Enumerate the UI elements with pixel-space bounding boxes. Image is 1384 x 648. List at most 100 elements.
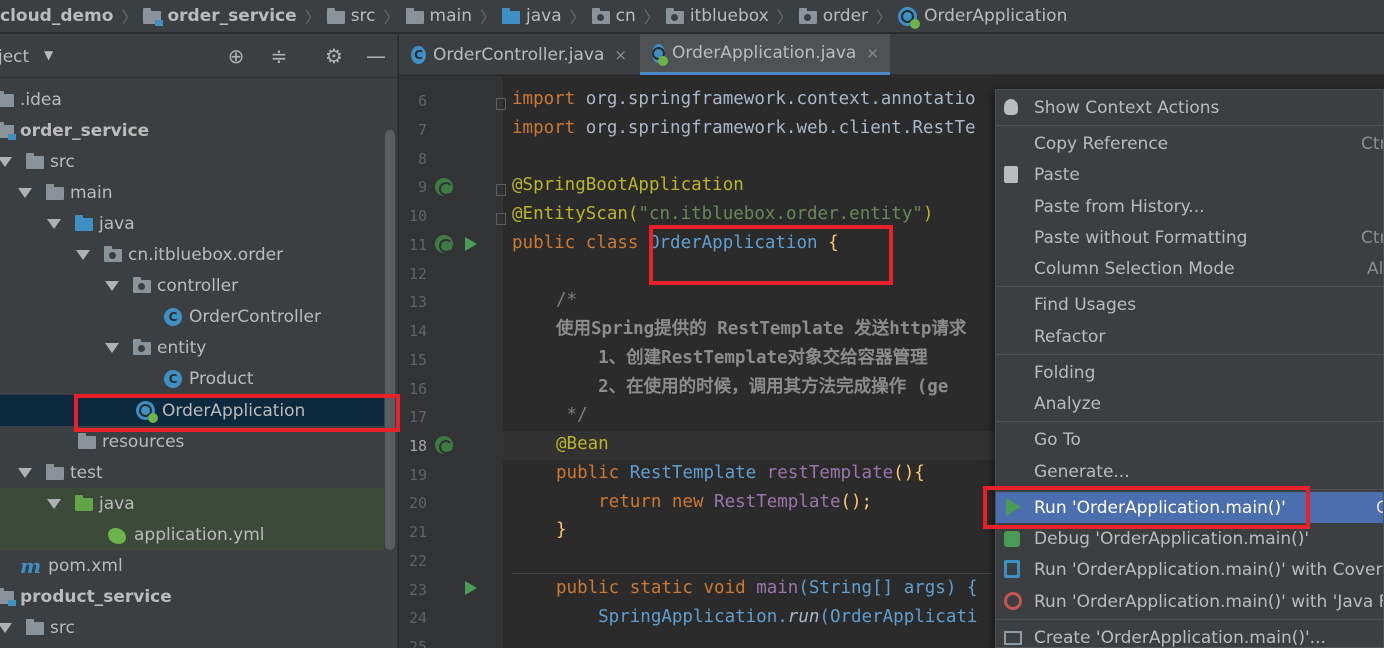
breadcrumb-item-cn[interactable]: cn: [591, 6, 636, 26]
breadcrumb-separator: 〉: [776, 8, 793, 27]
menu-item-paste-without-formatting[interactable]: Paste without Formatting Ctr: [996, 222, 1383, 253]
menu-item-paste-from-history[interactable]: Paste from History...: [996, 191, 1383, 222]
expand-arrow-icon[interactable]: [47, 218, 61, 229]
fold-icon[interactable]: [496, 184, 506, 196]
menu-item-label: Refactor: [1034, 326, 1106, 347]
breadcrumb-separator: 〉: [876, 8, 893, 27]
menu-item-label: Folding: [1034, 362, 1096, 383]
menu-item-copy-reference[interactable]: Copy Reference Ctr: [996, 128, 1383, 159]
tree-item-application-yml[interactable]: application.yml: [0, 519, 384, 550]
menu-item-column-selection-mode[interactable]: Column Selection Mode Al: [996, 253, 1383, 284]
code-line-21: }: [556, 516, 567, 545]
tree-item-label: src: [50, 151, 75, 172]
package-icon: [798, 7, 817, 24]
menu-item-run-with-coverage[interactable]: Run 'OrderApplication.main()' with Cover…: [996, 554, 1383, 585]
code-line-18: @Bean: [556, 430, 609, 459]
annotation: @EntityScan(: [512, 204, 639, 224]
breadcrumb-item-main[interactable]: main: [405, 6, 472, 26]
breadcrumb-item-itbluebox[interactable]: itbluebox: [665, 6, 769, 26]
menu-item-paste[interactable]: Paste: [996, 159, 1383, 190]
expand-arrow-icon[interactable]: [47, 498, 61, 509]
tree-item-product-service[interactable]: product_service: [0, 581, 384, 612]
breadcrumb-item-src[interactable]: src: [326, 6, 376, 26]
expand-arrow-icon[interactable]: [18, 187, 32, 198]
breadcrumb-item-java[interactable]: java: [502, 6, 562, 26]
tree-item-java[interactable]: java: [0, 208, 384, 239]
maven-icon: m: [20, 553, 42, 578]
fold-icon[interactable]: [496, 98, 506, 110]
breadcrumb-item-orderapplication[interactable]: OrderApplication: [898, 6, 1067, 29]
tree-item-test[interactable]: test: [0, 457, 384, 488]
spring-bean-gutter-icon[interactable]: [435, 235, 453, 253]
menu-item-analyze[interactable]: Analyze: [996, 388, 1383, 419]
project-panel-title[interactable]: ject: [0, 47, 29, 67]
menu-item-go-to[interactable]: Go To: [996, 424, 1383, 455]
tree-item-label: OrderController: [189, 306, 321, 327]
annotation: @Bean: [556, 434, 609, 454]
breadcrumb-separator: 〉: [569, 8, 586, 27]
tree-item-order-service[interactable]: order_service: [0, 115, 384, 146]
menu-item-refactor[interactable]: Refactor: [996, 321, 1383, 352]
breadcrumb-item-order[interactable]: order: [798, 6, 869, 26]
spring-bean-gutter-icon[interactable]: [435, 436, 453, 454]
tree-item-controller[interactable]: controller: [0, 270, 384, 301]
class-name: OrderApplication: [648, 233, 818, 253]
tab-ordercontroller[interactable]: C OrderController.java ×: [399, 34, 639, 75]
code-line-14: 使用Spring提供的 RestTemplate 发送http请求: [556, 315, 966, 344]
resources-folder-icon: [78, 433, 96, 449]
expand-arrow-icon[interactable]: [76, 249, 90, 260]
context-menu: Show Context Actions Copy Reference Ctr P…: [995, 89, 1384, 648]
tree-item-entity[interactable]: entity: [0, 332, 384, 363]
menu-item-show-context-actions[interactable]: Show Context Actions: [996, 92, 1383, 123]
menu-item-debug-main[interactable]: Debug 'OrderApplication.main()': [996, 523, 1383, 554]
breadcrumb-label: java: [526, 6, 562, 26]
hide-icon[interactable]: —: [364, 44, 388, 68]
tree-item-ordercontroller[interactable]: C OrderController: [0, 301, 384, 332]
tree-scrollbar[interactable]: [385, 130, 395, 550]
tree-item-resources[interactable]: resources: [0, 426, 384, 457]
fold-icon[interactable]: [496, 213, 506, 225]
class-reference: SpringApplication.: [556, 607, 788, 627]
breadcrumb-label: order: [822, 6, 869, 26]
menu-item-run-with-flight-recorder[interactable]: Run 'OrderApplication.main()' with 'Java…: [996, 586, 1383, 617]
folder-icon: [46, 464, 64, 480]
run-gutter-icon[interactable]: [465, 237, 477, 251]
tree-item-product-src[interactable]: src: [0, 612, 384, 643]
run-gutter-icon[interactable]: [465, 581, 477, 595]
menu-item-create-configuration[interactable]: Create 'OrderApplication.main()'...: [996, 622, 1383, 647]
tree-item-product[interactable]: C Product: [0, 363, 384, 394]
spring-bean-gutter-icon[interactable]: [435, 178, 453, 196]
close-icon[interactable]: ×: [866, 44, 879, 62]
tree-item-test-java[interactable]: java: [0, 488, 384, 519]
keyword: import: [512, 89, 576, 109]
chevron-down-icon[interactable]: ▼: [44, 48, 53, 62]
breadcrumb-item-cloud-demo[interactable]: cloud_demo: [0, 6, 113, 26]
breadcrumb-item-order-service[interactable]: order_service: [143, 6, 297, 26]
tree-item-src[interactable]: src: [0, 146, 384, 177]
expand-arrow-icon[interactable]: [0, 622, 12, 633]
expand-arrow-icon[interactable]: [105, 342, 119, 353]
tree-item-main[interactable]: main: [0, 177, 384, 208]
collapse-all-icon[interactable]: ≑: [267, 44, 291, 68]
run-configuration-icon: [1004, 631, 1022, 645]
tree-item-package[interactable]: cn.itbluebox.order: [0, 239, 384, 270]
menu-item-folding[interactable]: Folding: [996, 357, 1383, 388]
close-icon[interactable]: ×: [614, 46, 627, 64]
menu-item-label: Paste: [1034, 164, 1080, 185]
locate-icon[interactable]: ⊕: [224, 44, 248, 68]
menu-item-run-main[interactable]: Run 'OrderApplication.main()' C: [996, 492, 1383, 523]
expand-arrow-icon[interactable]: [0, 156, 12, 167]
gear-icon[interactable]: ⚙: [322, 44, 346, 68]
code-line-10: @EntityScan("cn.itbluebox.order.entity"): [512, 200, 933, 229]
expand-arrow-icon[interactable]: [18, 467, 32, 478]
menu-item-find-usages[interactable]: Find Usages: [996, 289, 1383, 320]
tree-item-pom[interactable]: m pom.xml: [0, 550, 384, 581]
expand-arrow-icon[interactable]: [105, 280, 119, 291]
folder-icon: [326, 7, 345, 24]
spring-boot-class-icon: [652, 43, 668, 66]
code-line-7: import org.springframework.web.client.Re…: [512, 114, 976, 143]
tab-orderapplication[interactable]: OrderApplication.java ×: [640, 34, 890, 75]
tree-item-orderapplication[interactable]: OrderApplication: [0, 395, 384, 426]
tree-item-idea[interactable]: .idea: [0, 84, 384, 115]
menu-item-generate[interactable]: Generate...: [996, 456, 1383, 487]
